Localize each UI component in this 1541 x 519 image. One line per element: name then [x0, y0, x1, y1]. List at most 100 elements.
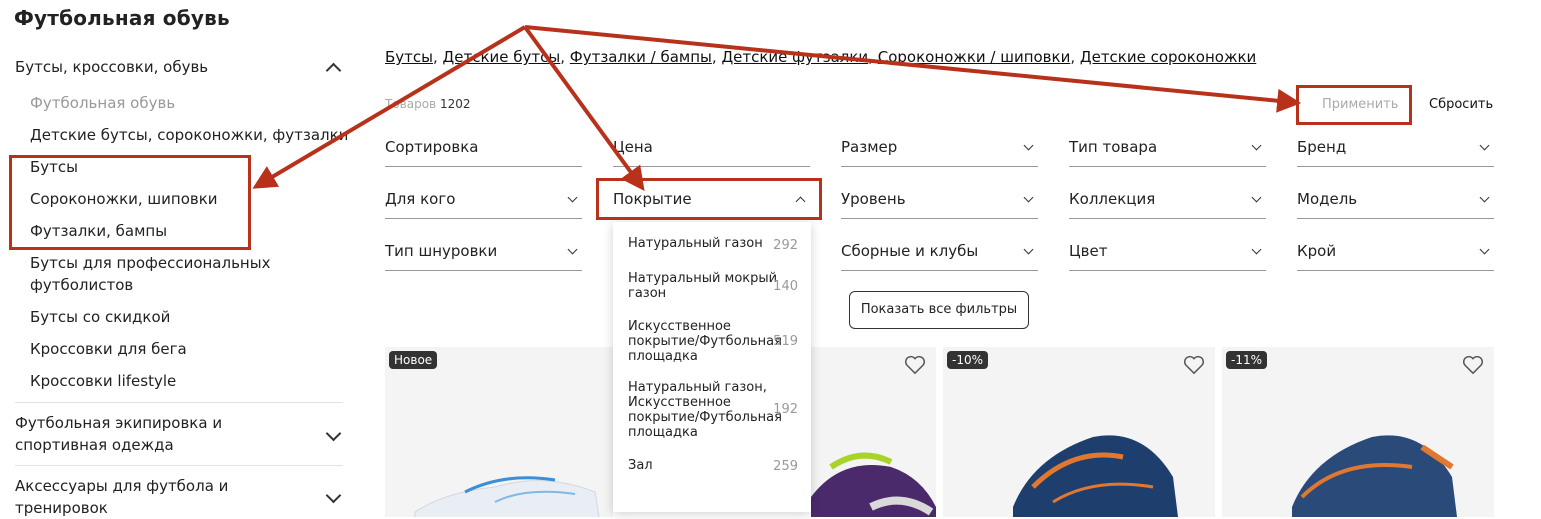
filter-size[interactable]: Размер: [841, 130, 1038, 167]
sidebar-divider: [15, 465, 343, 466]
product-badge: Новое: [389, 351, 438, 369]
filter-collection[interactable]: Коллекция: [1069, 182, 1266, 219]
results-count-value: 1202: [439, 97, 471, 111]
filter-model[interactable]: Модель: [1297, 182, 1494, 219]
product-image: [1013, 435, 1178, 517]
filter-label: Цвет: [1069, 242, 1108, 260]
product-card[interactable]: [811, 347, 936, 517]
filter-label: Сортировка: [385, 138, 479, 156]
filter-label: Коллекция: [1069, 190, 1156, 208]
option-label: Натуральный газон: [628, 236, 763, 251]
sidebar-section-equipment[interactable]: Футбольная экипировка и спортивная одежд…: [15, 412, 222, 456]
product-badge: -11%: [1226, 351, 1268, 369]
breadcrumb: Бутсы, Детские бутсы, Футзалки / бампы, …: [385, 48, 1256, 66]
sidebar-item-label: футболистов: [30, 276, 134, 294]
option-label: Зал: [628, 458, 653, 473]
chevron-down-icon: [1023, 244, 1034, 255]
filter-product-type[interactable]: Тип товара: [1069, 130, 1266, 167]
option-count: 519: [773, 334, 798, 349]
breadcrumb-link[interactable]: Детские бутсы: [443, 48, 561, 66]
chevron-down-icon: [1023, 192, 1034, 203]
dropdown-option[interactable]: Натуральный газон 292: [628, 236, 798, 253]
show-all-filters-button[interactable]: Показать все фильтры: [849, 291, 1029, 329]
filter-label: Размер: [841, 138, 898, 156]
results-count: Товаров 1202: [385, 97, 471, 111]
option-label: Искусственное покрытие/Футбольная площад…: [628, 319, 782, 364]
option-count: 259: [773, 459, 798, 474]
filter-label: Цена: [613, 138, 653, 156]
filter-teams-clubs[interactable]: Сборные и клубы: [841, 234, 1038, 271]
product-card[interactable]: -11%: [1222, 347, 1494, 517]
sidebar-item-pro-boots[interactable]: Бутсы для профессиональных футболистов: [30, 252, 270, 296]
option-label: Натуральный газон, Искусственное покрыти…: [628, 380, 782, 440]
breadcrumb-separator: ,: [560, 48, 570, 66]
product-card[interactable]: -10%: [943, 347, 1215, 517]
filter-level[interactable]: Уровень: [841, 182, 1038, 219]
dropdown-option[interactable]: Натуральный газон, Искусственное покрыти…: [628, 380, 798, 440]
sidebar-item-football-shoes[interactable]: Футбольная обувь: [30, 92, 175, 114]
breadcrumb-link[interactable]: Детские футзалки: [721, 48, 868, 66]
product-card[interactable]: Новое: [385, 347, 613, 517]
option-count: 292: [773, 238, 798, 253]
filter-label: Тип товара: [1069, 138, 1158, 156]
product-image: [811, 452, 936, 517]
sidebar-section-accessories[interactable]: Аксессуары для футбола и тренировок: [15, 475, 228, 519]
breadcrumb-separator: ,: [433, 48, 443, 66]
chevron-down-icon: [1479, 140, 1490, 151]
chevron-down-icon[interactable]: [325, 425, 342, 442]
chevron-down-icon: [1251, 192, 1262, 203]
chevron-down-icon: [1251, 140, 1262, 151]
breadcrumb-link[interactable]: Футзалки / бампы: [570, 48, 712, 66]
filter-label: Уровень: [841, 190, 906, 208]
chevron-down-icon: [567, 244, 578, 255]
sidebar-divider: [15, 402, 343, 403]
breadcrumb-link[interactable]: Детские сороконожки: [1080, 48, 1256, 66]
dropdown-option[interactable]: Искусственное покрытие/Футбольная площад…: [628, 319, 798, 364]
sidebar-section-label: тренировок: [15, 499, 108, 517]
filter-label: Модель: [1297, 190, 1358, 208]
option-count: 140: [773, 279, 798, 294]
sidebar-section-footwear[interactable]: Бутсы, кроссовки, обувь: [15, 58, 208, 76]
annotation-highlight-box: [9, 155, 251, 250]
filter-for-whom[interactable]: Для кого: [385, 182, 582, 219]
sidebar-section-label: Футбольная экипировка и: [15, 414, 223, 432]
sidebar-item-running[interactable]: Кроссовки для бега: [30, 338, 187, 360]
filter-label: Сборные и клубы: [841, 242, 979, 260]
heart-icon[interactable]: [1462, 355, 1484, 379]
breadcrumb-separator: ,: [711, 48, 722, 66]
dropdown-option[interactable]: Натуральный мокрый газон 140: [628, 271, 798, 301]
heart-icon[interactable]: [904, 355, 926, 379]
breadcrumb-separator: ,: [1070, 48, 1080, 66]
sidebar-item-sale-boots[interactable]: Бутсы со скидкой: [30, 306, 170, 328]
coverage-dropdown: Натуральный газон 292 Натуральный мокрый…: [613, 222, 811, 512]
sidebar-section-label: спортивная одежда: [15, 436, 174, 454]
sidebar-item-kids-boots[interactable]: Детские бутсы, сороконожки, футзалки: [30, 124, 348, 146]
sidebar-item-lifestyle[interactable]: Кроссовки lifestyle: [30, 370, 176, 392]
chevron-down-icon[interactable]: [325, 487, 342, 504]
filter-brand[interactable]: Бренд: [1297, 130, 1494, 167]
breadcrumb-link[interactable]: Бутсы: [385, 48, 433, 66]
reset-button[interactable]: Сбросить: [1429, 97, 1493, 112]
dropdown-option[interactable]: Зал 259: [628, 458, 798, 474]
annotation-highlight-box: [596, 178, 822, 220]
filter-color[interactable]: Цвет: [1069, 234, 1266, 271]
breadcrumb-separator: ,: [868, 48, 878, 66]
filter-label: Тип шнуровки: [385, 242, 498, 260]
annotation-highlight-box: [1296, 85, 1412, 125]
filter-price[interactable]: Цена: [613, 130, 810, 167]
chevron-up-icon[interactable]: [325, 62, 342, 79]
sidebar-section-label: Бутсы, кроссовки, обувь: [15, 58, 209, 76]
chevron-down-icon: [1251, 244, 1262, 255]
chevron-down-icon: [1479, 244, 1490, 255]
filter-cut[interactable]: Крой: [1297, 234, 1494, 271]
chevron-down-icon: [1023, 140, 1034, 151]
filter-sort[interactable]: Сортировка: [385, 130, 582, 167]
page-title: Футбольная обувь: [14, 6, 230, 30]
filter-label: Крой: [1297, 242, 1337, 260]
filter-lacing[interactable]: Тип шнуровки: [385, 234, 582, 271]
heart-icon[interactable]: [1183, 355, 1205, 379]
breadcrumb-link[interactable]: Сороконожки / шиповки: [878, 48, 1071, 66]
results-count-label: Товаров: [385, 97, 437, 111]
sidebar-section-label: Аксессуары для футбола и: [15, 477, 229, 495]
product-badge: -10%: [947, 351, 989, 369]
